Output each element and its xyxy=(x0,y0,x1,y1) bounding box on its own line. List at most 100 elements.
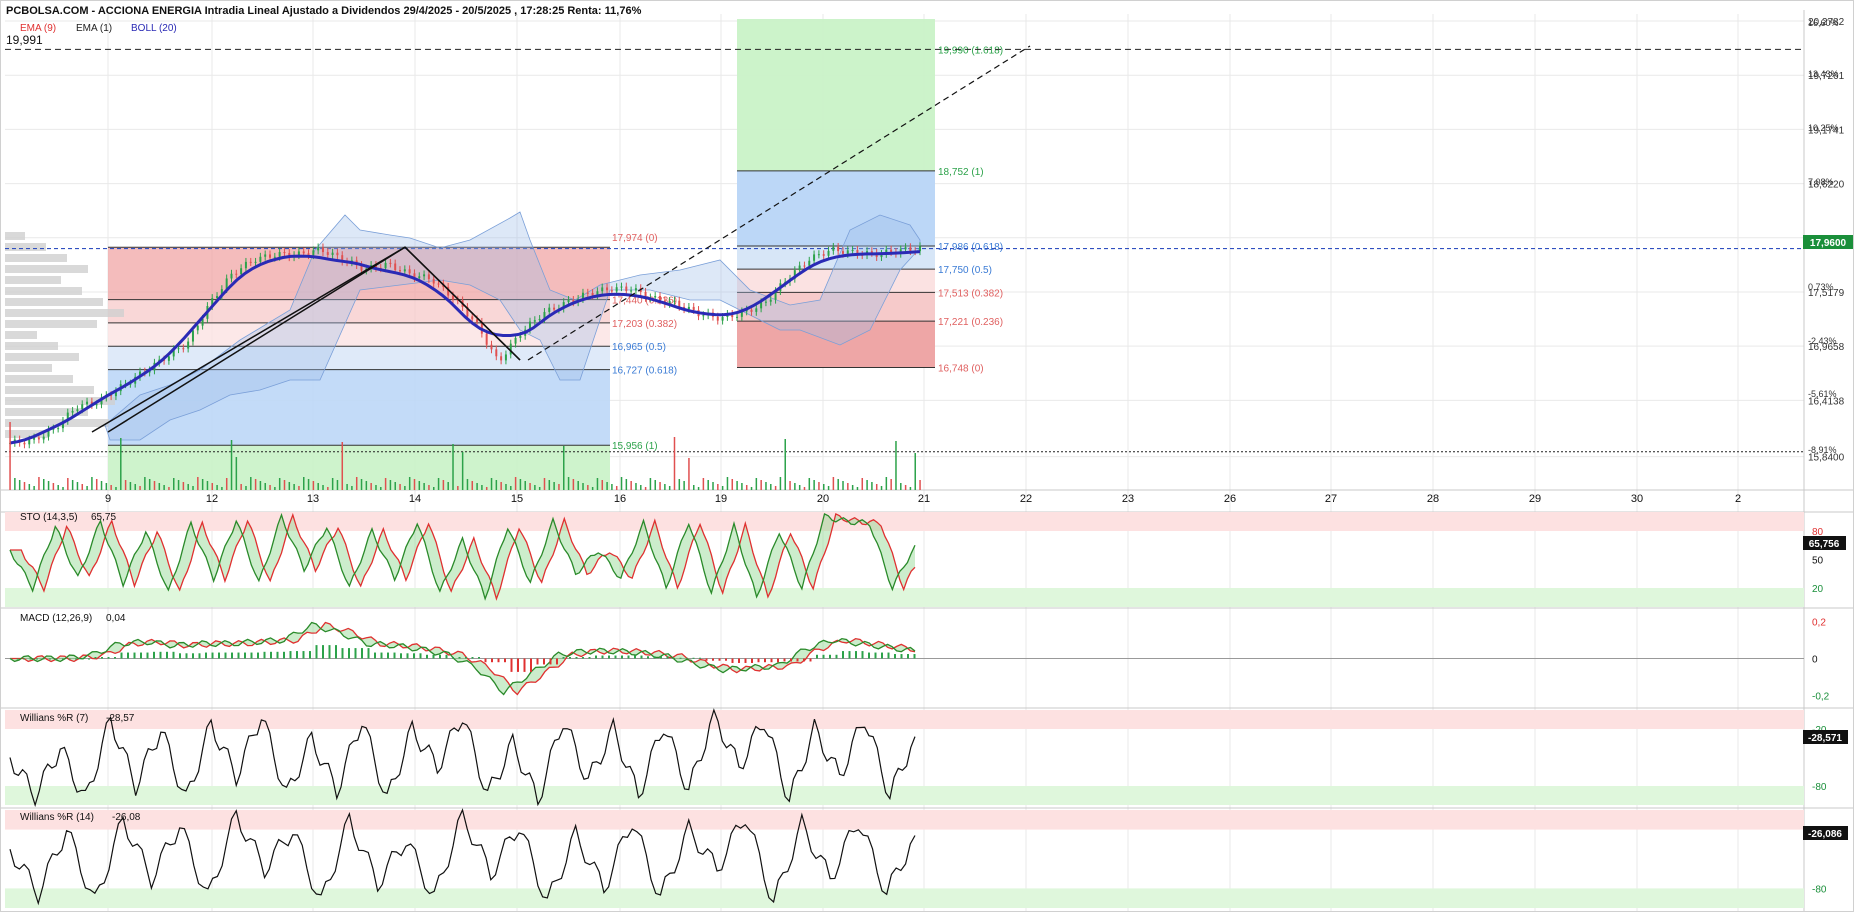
candle-body xyxy=(326,252,329,255)
volume-bar xyxy=(678,479,681,490)
macd-histogram-bar xyxy=(374,652,376,659)
macd-histogram-bar xyxy=(289,651,292,659)
volume-bar xyxy=(452,444,454,490)
macd-histogram-bar xyxy=(913,654,916,659)
volume-bar xyxy=(95,479,98,490)
x-tick-label: 16 xyxy=(614,493,626,505)
macd-histogram-bar xyxy=(88,658,90,660)
candle-body xyxy=(634,288,637,291)
volume-bar xyxy=(596,478,599,490)
macd-histogram-bar xyxy=(81,658,84,660)
candle-body xyxy=(606,287,609,291)
candle-body xyxy=(567,299,570,303)
volume-bar xyxy=(18,480,21,490)
macd-histogram-bar xyxy=(315,645,318,659)
volume-bar xyxy=(914,453,916,490)
macd-histogram-bar xyxy=(764,658,766,663)
volume-bar xyxy=(818,482,820,490)
macd-value: 0,04 xyxy=(106,613,126,624)
volume-bar xyxy=(803,487,806,490)
macd-histogram-bar xyxy=(458,657,461,659)
volume-bar xyxy=(538,487,541,490)
volume-bar xyxy=(726,477,729,490)
volume-bar xyxy=(129,482,132,490)
macd-histogram-bar xyxy=(673,657,675,659)
volume-bar xyxy=(635,483,637,490)
macd-histogram-bar xyxy=(510,658,513,672)
volume-profile-bar xyxy=(5,287,82,295)
candle-body xyxy=(71,410,74,413)
volume-bar xyxy=(269,485,271,490)
fib-left-label: 16,965 (0.5) xyxy=(612,342,666,353)
macd-histogram-bar xyxy=(497,658,500,663)
volume-bar xyxy=(230,440,233,490)
candle-body xyxy=(331,252,334,255)
candle-body xyxy=(673,300,676,302)
volume-bar xyxy=(442,480,445,490)
volume-bar xyxy=(798,485,801,490)
volume-bar xyxy=(606,482,608,490)
wr7-value: -28,57 xyxy=(106,713,135,724)
candle-body xyxy=(654,296,657,298)
macd-histogram-bar xyxy=(432,654,435,659)
volume-bar xyxy=(153,481,156,490)
volume-bar xyxy=(495,480,498,490)
volume-bar xyxy=(134,484,136,490)
candle-body xyxy=(384,262,387,269)
fib-right-label: 17,986 (0.618) xyxy=(938,242,1003,253)
macd-histogram-bar xyxy=(491,658,493,663)
level-label: -0,2 xyxy=(1812,692,1830,703)
x-tick-label: 14 xyxy=(409,493,421,505)
volume-profile-bar xyxy=(5,298,103,306)
volume-bar xyxy=(770,484,772,490)
macd-histogram-bar xyxy=(692,657,695,659)
volume-bar xyxy=(673,437,676,490)
macd-histogram-bar xyxy=(751,658,753,663)
volume-bar xyxy=(389,480,392,490)
volume-bar xyxy=(745,485,748,490)
candle-body xyxy=(519,335,522,338)
volume-bar xyxy=(779,477,782,490)
macd-histogram-bar xyxy=(419,653,422,659)
x-tick-label: 21 xyxy=(918,493,930,505)
macd-histogram-bar xyxy=(159,651,162,659)
macd-histogram-bar xyxy=(413,653,415,659)
x-tick-label: 19 xyxy=(715,493,727,505)
macd-histogram-bar xyxy=(16,658,19,660)
volume-bar xyxy=(259,481,262,490)
macd-histogram-bar xyxy=(601,655,604,659)
volume-bar xyxy=(303,477,305,490)
volume-bar xyxy=(317,483,319,490)
candle-body xyxy=(76,409,79,411)
candle-body xyxy=(837,246,840,252)
candle-body xyxy=(249,261,252,263)
macd-histogram-bar xyxy=(172,651,175,659)
candle-body xyxy=(42,436,45,440)
candle-body xyxy=(755,308,758,312)
volume-bar xyxy=(457,486,459,490)
macd-histogram-bar xyxy=(887,652,890,659)
candle-body xyxy=(408,269,411,274)
volume-bar xyxy=(919,480,921,490)
volume-bar xyxy=(264,483,266,490)
volume-bar xyxy=(408,477,411,490)
fib-left-label: 17,203 (0.382) xyxy=(612,319,677,330)
candle-body xyxy=(851,249,854,251)
candle-body xyxy=(846,250,849,254)
wr7-current: -28,571 xyxy=(1808,733,1842,744)
candle-body xyxy=(808,260,811,266)
macd-histogram-bar xyxy=(146,652,149,659)
macd-histogram-bar xyxy=(192,653,194,659)
volume-bar xyxy=(211,483,214,490)
fib-left-label: 16,727 (0.618) xyxy=(612,366,677,377)
macd-histogram-bar xyxy=(699,657,701,659)
macd-histogram-bar xyxy=(185,653,188,659)
volume-bar xyxy=(577,481,579,490)
macd-histogram-bar xyxy=(517,658,519,672)
macd-histogram-bar xyxy=(790,658,792,662)
oversold-zone xyxy=(5,888,1804,908)
macd-histogram-bar xyxy=(218,652,220,659)
volume-bar xyxy=(731,479,734,490)
candle-body xyxy=(485,333,488,345)
macd-histogram-bar xyxy=(588,657,591,659)
